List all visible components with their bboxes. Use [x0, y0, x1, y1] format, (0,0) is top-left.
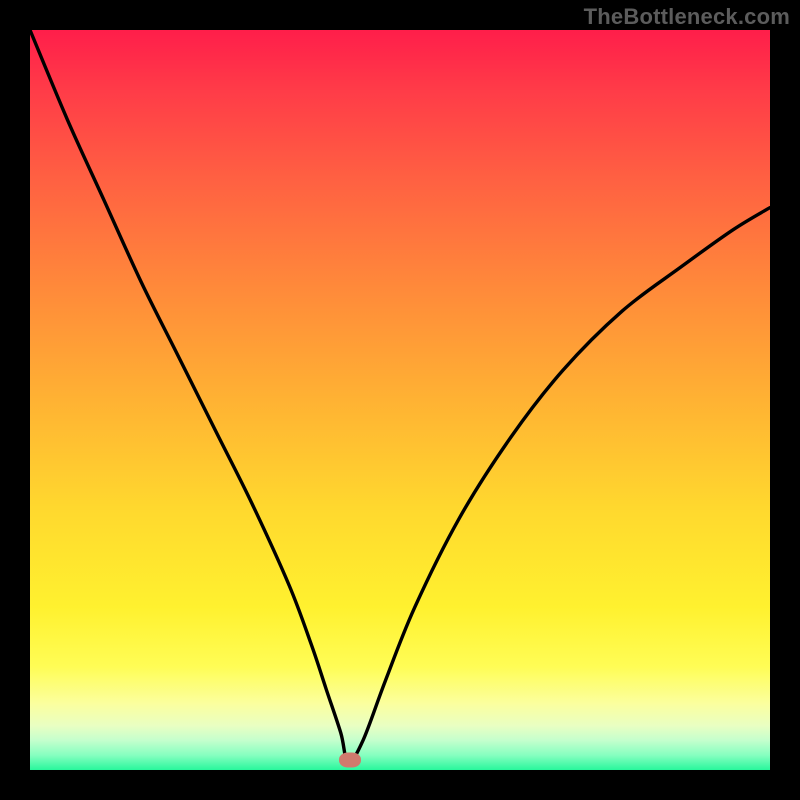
curve-path	[30, 30, 770, 763]
bottleneck-curve	[30, 30, 770, 770]
plot-area	[30, 30, 770, 770]
watermark-label: TheBottleneck.com	[584, 4, 790, 30]
chart-frame: TheBottleneck.com	[0, 0, 800, 800]
optimal-marker	[339, 753, 361, 768]
